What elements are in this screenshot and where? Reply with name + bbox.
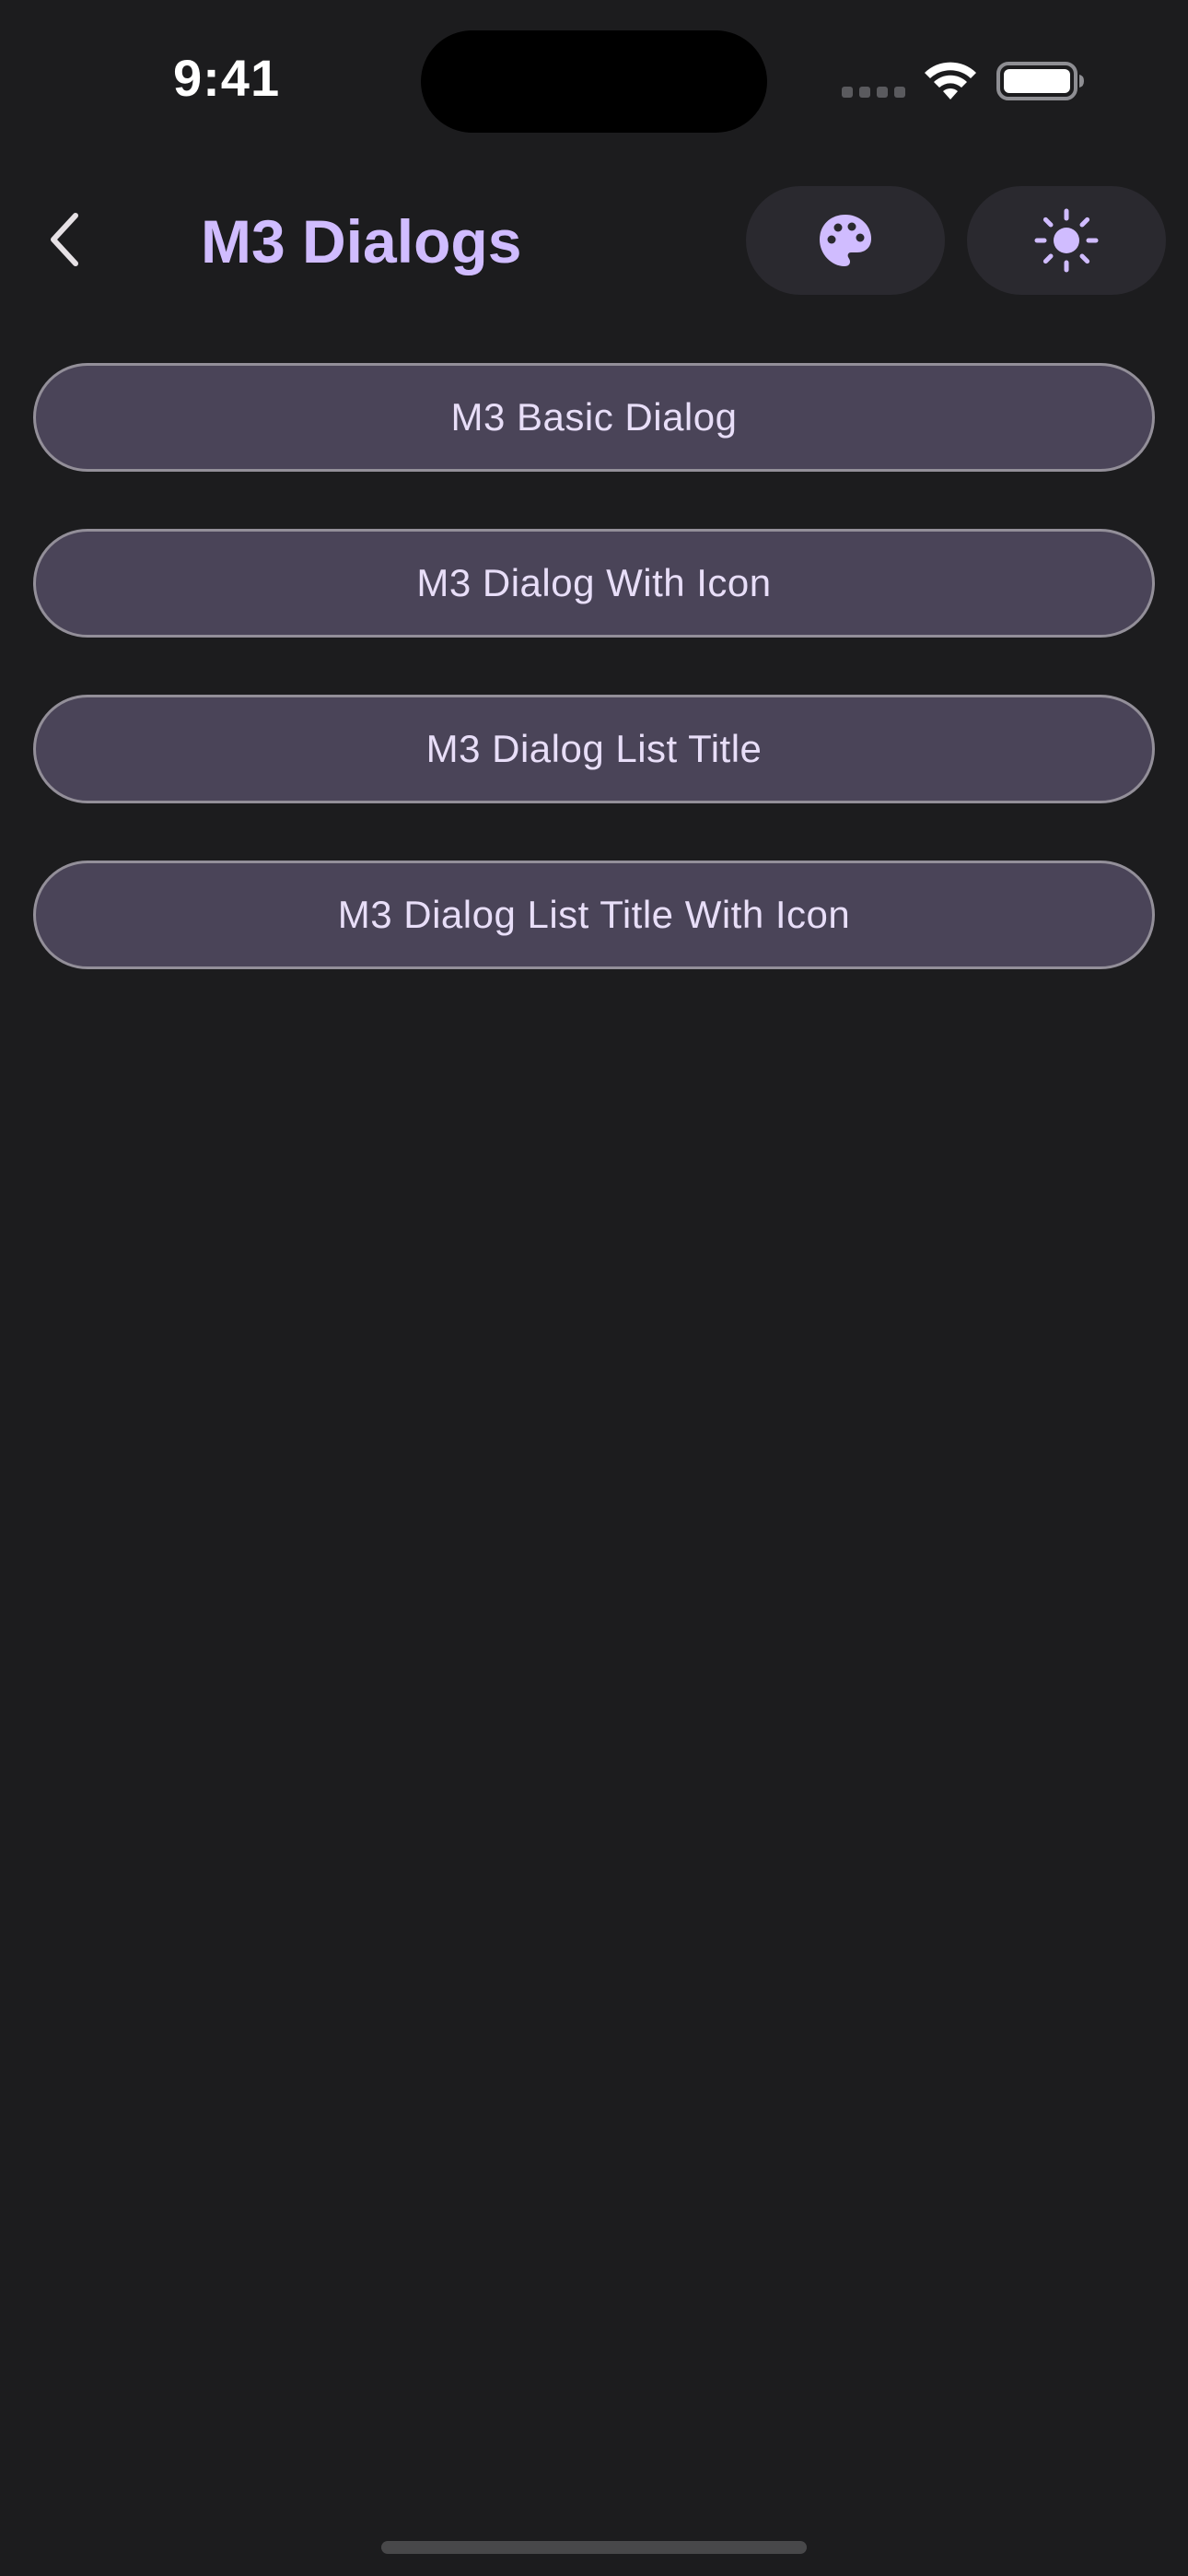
chevron-left-icon [51,213,78,266]
palette-button[interactable] [746,186,945,295]
back-button[interactable] [28,203,101,276]
page-title: M3 Dialogs [201,207,522,275]
dynamic-island [421,30,767,133]
dialog-with-icon-button[interactable]: M3 Dialog With Icon [33,529,1155,638]
battery-icon [996,62,1084,100]
basic-dialog-button[interactable]: M3 Basic Dialog [33,363,1155,472]
status-time: 9:41 [173,49,281,107]
palette-icon [820,215,871,266]
dialog-button-list: M3 Basic Dialog M3 Dialog With Icon M3 D… [33,363,1155,1026]
home-indicator[interactable] [381,2541,807,2554]
theme-toggle-button[interactable] [967,186,1166,295]
dialog-list-title-button[interactable]: M3 Dialog List Title [33,695,1155,803]
sun-icon [1034,208,1099,273]
cellular-signal-icon [842,87,905,98]
dialog-list-title-with-icon-button[interactable]: M3 Dialog List Title With Icon [33,861,1155,969]
wifi-icon [925,62,976,100]
